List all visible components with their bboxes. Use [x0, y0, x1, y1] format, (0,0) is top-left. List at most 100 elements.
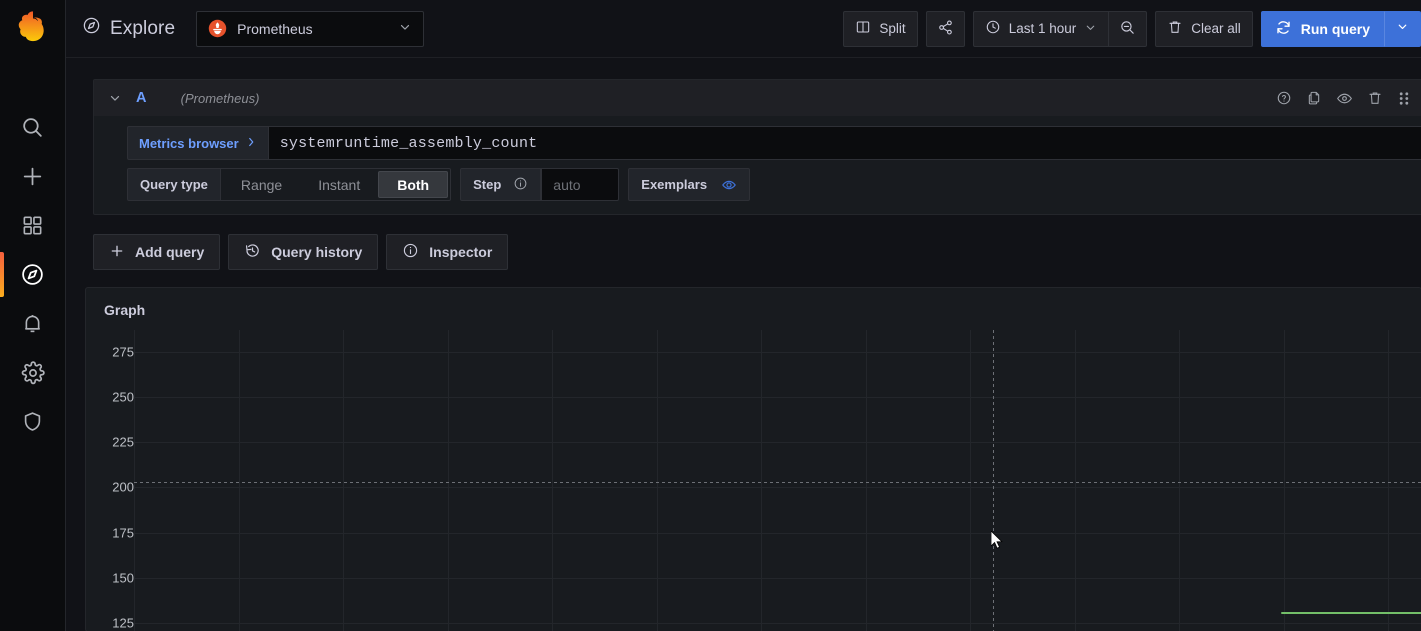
- page-title-label: Explore: [110, 17, 176, 39]
- query-actions-row: Add query Query history Inspector: [93, 234, 1421, 270]
- gear-icon: [21, 360, 45, 385]
- grid-line-vertical: [343, 330, 344, 631]
- graph-panel-title: Graph: [104, 302, 146, 318]
- step-input[interactable]: auto: [541, 168, 620, 201]
- clear-all-label: Clear all: [1191, 21, 1241, 36]
- grafana-explore-page: Explore Prometheus Split Last 1 hour Cle…: [0, 0, 1421, 631]
- apps-grid-icon: [21, 214, 44, 237]
- copy-icon[interactable]: [1306, 90, 1322, 106]
- y-axis-tick-label: 200: [112, 479, 134, 495]
- bell-icon: [21, 312, 44, 335]
- inspector-label: Inspector: [429, 244, 493, 260]
- grid-line-vertical: [552, 330, 553, 631]
- y-axis: 275250225200175150125100: [86, 330, 134, 631]
- drag-handle-icon[interactable]: [1397, 91, 1411, 106]
- trash-icon: [1167, 19, 1183, 38]
- plus-icon: [20, 164, 45, 189]
- eye-icon[interactable]: [1336, 90, 1353, 107]
- add-query-button[interactable]: Add query: [93, 234, 221, 270]
- history-icon: [244, 242, 261, 262]
- share-button[interactable]: [925, 10, 965, 47]
- refresh-icon: [1275, 19, 1292, 39]
- step-input-placeholder: auto: [553, 176, 581, 193]
- sidebar-item-list: [0, 111, 65, 438]
- query-type-control: Query type Range Instant Both: [127, 168, 452, 201]
- exemplars-toggle[interactable]: Exemplars: [628, 168, 751, 201]
- sidebar-item-create[interactable]: [0, 160, 65, 193]
- grid-line-vertical: [134, 330, 135, 631]
- run-query-options-button[interactable]: [1384, 10, 1421, 47]
- step-control: Step auto: [460, 168, 620, 201]
- query-type-instant[interactable]: Instant: [300, 171, 378, 198]
- step-label: Step: [473, 177, 502, 192]
- query-type-label: Query type: [127, 168, 221, 201]
- grid-line-vertical: [970, 330, 971, 631]
- grid-line-vertical: [448, 330, 449, 631]
- collapse-query-icon[interactable]: [108, 91, 122, 105]
- query-history-button[interactable]: Query history: [228, 234, 379, 270]
- sidebar-item-explore[interactable]: [0, 252, 65, 297]
- help-icon[interactable]: [1276, 90, 1292, 106]
- exemplars-label: Exemplars: [641, 177, 708, 192]
- time-range-picker[interactable]: Last 1 hour: [972, 10, 1109, 47]
- trash-icon[interactable]: [1367, 90, 1383, 106]
- split-button[interactable]: Split: [843, 10, 918, 47]
- search-icon: [20, 115, 45, 140]
- y-axis-tick-label: 125: [112, 615, 134, 631]
- sidebar-item-admin[interactable]: [0, 405, 65, 438]
- metrics-browser-label: Metrics browser: [139, 135, 239, 151]
- grid-line-vertical: [761, 330, 762, 631]
- zoom-out-icon: [1119, 19, 1136, 39]
- share-nodes-icon: [937, 19, 954, 39]
- sidebar-item-search[interactable]: [0, 111, 65, 144]
- time-range-label: Last 1 hour: [1008, 21, 1077, 36]
- grid-line-vertical: [657, 330, 658, 631]
- grid-line-horizontal: [134, 623, 1421, 625]
- zoom-out-button[interactable]: [1108, 10, 1148, 47]
- compass-icon: [20, 262, 45, 287]
- time-range-group: Last 1 hour: [972, 10, 1148, 47]
- toolbar-actions: Split Last 1 hour Clear all Run query: [843, 10, 1421, 47]
- run-query-button[interactable]: Run query: [1260, 10, 1384, 47]
- split-button-label: Split: [879, 21, 906, 36]
- grid-line-vertical: [1075, 330, 1076, 631]
- clear-all-button[interactable]: Clear all: [1155, 10, 1253, 47]
- chevron-down-icon: [1396, 20, 1409, 38]
- y-axis-tick-label: 275: [112, 344, 134, 360]
- y-axis-tick-label: 175: [112, 525, 134, 541]
- explore-toolbar: Explore Prometheus Split Last 1 hour Cle…: [66, 0, 1421, 58]
- y-axis-tick-label: 150: [112, 570, 134, 586]
- sidebar-item-dashboards[interactable]: [0, 209, 65, 242]
- y-axis-tick-label: 225: [112, 434, 134, 450]
- graph-panel: Graph 275250225200175150125100: [85, 287, 1421, 631]
- query-expression-text: systemruntime_assembly_count: [279, 134, 538, 152]
- grid-line-horizontal: [134, 487, 1421, 489]
- info-circle-icon: [402, 242, 419, 262]
- query-expression-input[interactable]: systemruntime_assembly_count: [267, 126, 1421, 160]
- page-title: Explore: [82, 16, 175, 41]
- prometheus-icon: [208, 19, 227, 38]
- graph-plot-area[interactable]: 275250225200175150125100: [86, 330, 1421, 631]
- grafana-logo[interactable]: [14, 9, 52, 47]
- sidebar-item-alerting[interactable]: [0, 307, 65, 340]
- metrics-browser-button[interactable]: Metrics browser: [127, 126, 268, 160]
- query-type-both[interactable]: Both: [378, 171, 449, 198]
- split-panes-icon: [855, 19, 871, 38]
- series-line: [1281, 612, 1421, 615]
- query-type-range[interactable]: Range: [223, 171, 300, 198]
- grid-line-horizontal: [134, 577, 1421, 579]
- datasource-picker[interactable]: Prometheus: [196, 10, 425, 47]
- run-query-group: Run query: [1260, 10, 1421, 47]
- grid-line-horizontal: [134, 396, 1421, 398]
- query-ref-id[interactable]: A: [136, 90, 147, 106]
- sidebar-item-configuration[interactable]: [0, 356, 65, 389]
- main-navigation-sidebar: [0, 0, 66, 631]
- query-options-row: Query type Range Instant Both Step auto …: [94, 160, 1421, 213]
- query-type-radio-group: Range Instant Both: [220, 168, 452, 201]
- inspector-button[interactable]: Inspector: [386, 234, 509, 270]
- info-circle-icon[interactable]: [513, 176, 528, 194]
- graph-grid: [134, 330, 1421, 631]
- query-row-actions: [1276, 90, 1411, 107]
- exemplar-target-icon: [721, 177, 737, 193]
- query-datasource-note: (Prometheus): [180, 90, 260, 106]
